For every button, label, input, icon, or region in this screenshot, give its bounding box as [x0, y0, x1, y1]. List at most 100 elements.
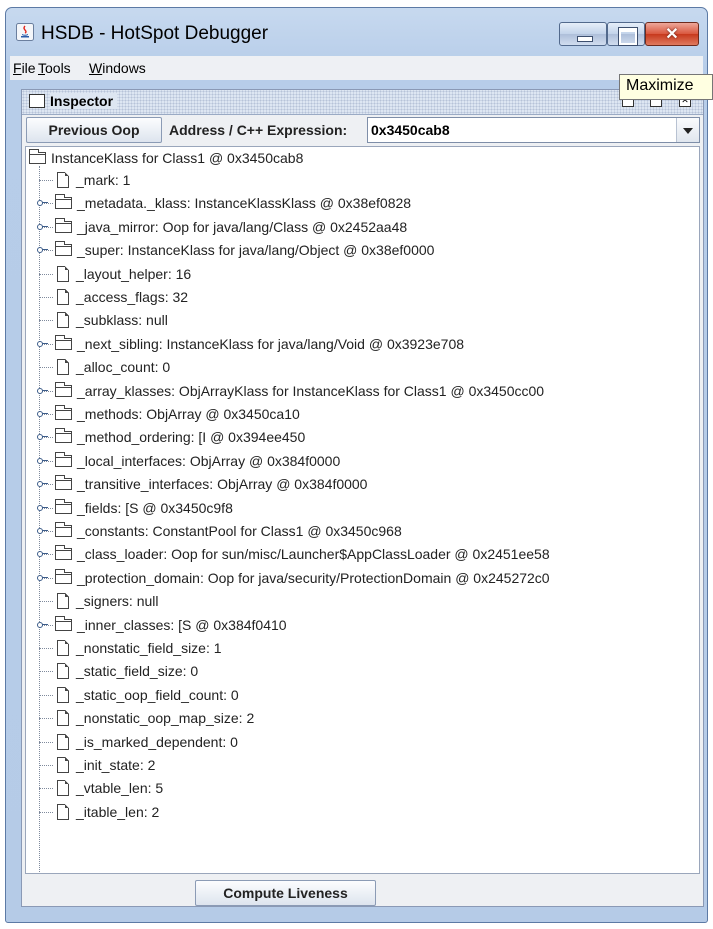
tree-connector: [39, 671, 53, 672]
maximize-tooltip: Maximize: [619, 74, 713, 100]
expand-handle-icon[interactable]: [37, 432, 48, 441]
expand-handle-icon[interactable]: [37, 549, 48, 558]
java-app-icon: [16, 23, 34, 41]
tree-node-label: _next_sibling: InstanceKlass for java/la…: [77, 336, 465, 352]
folder-icon: [55, 522, 72, 537]
tree-root-node[interactable]: InstanceKlass for Class1 @ 0x3450cab8: [29, 148, 303, 169]
minimize-button[interactable]: [559, 22, 607, 46]
tree-node-label: _class_loader: Oop for sun/misc/Launcher…: [77, 546, 550, 562]
close-button[interactable]: ✕: [645, 22, 699, 46]
folder-icon: [55, 452, 72, 467]
tree-node[interactable]: _nonstatic_oop_map_size: 2: [39, 708, 254, 729]
tree-node-label: _method_ordering: [I @ 0x394ee450: [77, 429, 306, 445]
expand-handle-icon[interactable]: [37, 245, 48, 254]
tree-node[interactable]: _vtable_len: 5: [39, 778, 164, 799]
tree-node-label: _itable_len: 2: [76, 804, 160, 820]
file-icon: [57, 804, 69, 820]
tree-node-label: _constants: ConstantPool for Class1 @ 0x…: [77, 523, 402, 539]
tree-node[interactable]: _access_flags: 32: [39, 287, 189, 308]
tree-node[interactable]: _mark: 1: [39, 170, 130, 191]
folder-icon: [55, 194, 72, 209]
tree-node-label: _metadata._klass: InstanceKlassKlass @ 0…: [77, 195, 412, 211]
tree-node[interactable]: _layout_helper: 16: [39, 264, 192, 285]
tree-node-label: _vtable_len: 5: [76, 780, 164, 796]
tree-node[interactable]: _next_sibling: InstanceKlass for java/la…: [37, 334, 465, 355]
tree-node[interactable]: _static_field_size: 0: [39, 661, 198, 682]
tree-connector: [39, 320, 53, 321]
tree-connector: [39, 765, 53, 766]
file-icon: [57, 593, 69, 609]
tree-node[interactable]: _java_mirror: Oop for java/lang/Class @ …: [37, 217, 408, 238]
expand-handle-icon[interactable]: [37, 526, 48, 535]
tree-connector: [39, 367, 53, 368]
expand-handle-icon[interactable]: [37, 386, 48, 395]
tree-node[interactable]: _transitive_interfaces: ObjArray @ 0x384…: [37, 474, 367, 495]
tree-node[interactable]: _init_state: 2: [39, 755, 156, 776]
address-input[interactable]: 0x3450cab8: [367, 117, 700, 143]
expand-handle-icon[interactable]: [37, 339, 48, 348]
maximize-button[interactable]: [607, 22, 645, 46]
file-icon: [57, 640, 69, 656]
expand-handle-icon[interactable]: [37, 456, 48, 465]
title-bar[interactable]: HSDB - HotSpot Debugger ✕: [6, 8, 707, 54]
folder-icon: [55, 241, 72, 256]
tree-node[interactable]: _array_klasses: ObjArrayKlass for Instan…: [37, 381, 544, 402]
file-icon: [57, 780, 69, 796]
chevron-down-icon[interactable]: [676, 118, 699, 142]
tree-node[interactable]: _method_ordering: [I @ 0x394ee450: [37, 427, 306, 448]
folder-icon: [55, 335, 72, 350]
tree-node-label: _access_flags: 32: [76, 289, 189, 305]
tree-connector: [39, 742, 53, 743]
tree-node-label: _inner_classes: [S @ 0x384f0410: [77, 617, 287, 633]
tree-node-label: _alloc_count: 0: [76, 359, 171, 375]
file-icon: [57, 312, 69, 328]
tree-node-label: _init_state: 2: [76, 757, 156, 773]
close-icon: ✕: [665, 26, 679, 43]
tree-node[interactable]: _metadata._klass: InstanceKlassKlass @ 0…: [37, 193, 412, 214]
menu-windows[interactable]: Windows: [89, 60, 146, 76]
tree-node[interactable]: _itable_len: 2: [39, 802, 160, 823]
tree-node[interactable]: _class_loader: Oop for sun/misc/Launcher…: [37, 544, 550, 565]
expand-handle-icon[interactable]: [37, 198, 48, 207]
inspector-frame: Inspector ✕ Previous Oop Address / C++ E…: [21, 89, 704, 907]
tree-node[interactable]: _local_interfaces: ObjArray @ 0x384f0000: [37, 451, 340, 472]
tree-connector: [39, 180, 53, 181]
menu-tools[interactable]: Tools: [38, 60, 71, 76]
folder-icon: [55, 218, 72, 233]
tree-node[interactable]: _alloc_count: 0: [39, 357, 171, 378]
file-icon: [57, 757, 69, 773]
tree-node[interactable]: _signers: null: [39, 591, 159, 612]
inspector-title: Inspector: [50, 93, 118, 109]
tree-node[interactable]: _super: InstanceKlass for java/lang/Obje…: [37, 240, 434, 261]
minimize-icon: [577, 36, 593, 42]
tree-connector: [39, 601, 53, 602]
tree-node[interactable]: _subklass: null: [39, 310, 168, 331]
inspector-title-bar[interactable]: Inspector ✕: [22, 90, 703, 115]
tree-node[interactable]: _fields: [S @ 0x3450c9f8: [37, 498, 233, 519]
tree-node-label: _is_marked_dependent: 0: [76, 734, 238, 750]
expand-handle-icon[interactable]: [37, 222, 48, 231]
expand-handle-icon[interactable]: [37, 409, 48, 418]
expand-handle-icon[interactable]: [37, 503, 48, 512]
tree-node[interactable]: _is_marked_dependent: 0: [39, 732, 238, 753]
expand-handle-icon[interactable]: [37, 573, 48, 582]
compute-liveness-button[interactable]: Compute Liveness: [195, 880, 376, 906]
tree-node-label: _layout_helper: 16: [76, 266, 192, 282]
tree-connector: [39, 788, 53, 789]
expand-handle-icon[interactable]: [37, 479, 48, 488]
tree-node[interactable]: _constants: ConstantPool for Class1 @ 0x…: [37, 521, 402, 542]
file-icon: [57, 687, 69, 703]
tree-node[interactable]: _protection_domain: Oop for java/securit…: [37, 568, 550, 589]
menu-file[interactable]: File: [13, 60, 36, 76]
tree-connector: [39, 718, 53, 719]
folder-icon: [55, 616, 72, 631]
tree-node[interactable]: _nonstatic_field_size: 1: [39, 638, 222, 659]
expand-handle-icon[interactable]: [37, 620, 48, 629]
folder-icon: [55, 475, 72, 490]
oop-tree[interactable]: InstanceKlass for Class1 @ 0x3450cab8 _m…: [25, 146, 700, 874]
tree-node[interactable]: _static_oop_field_count: 0: [39, 685, 239, 706]
tree-node[interactable]: _inner_classes: [S @ 0x384f0410: [37, 615, 287, 636]
tree-node[interactable]: _methods: ObjArray @ 0x3450ca10: [37, 404, 300, 425]
tree-node-label: _java_mirror: Oop for java/lang/Class @ …: [77, 219, 408, 235]
previous-oop-button[interactable]: Previous Oop: [26, 117, 162, 143]
